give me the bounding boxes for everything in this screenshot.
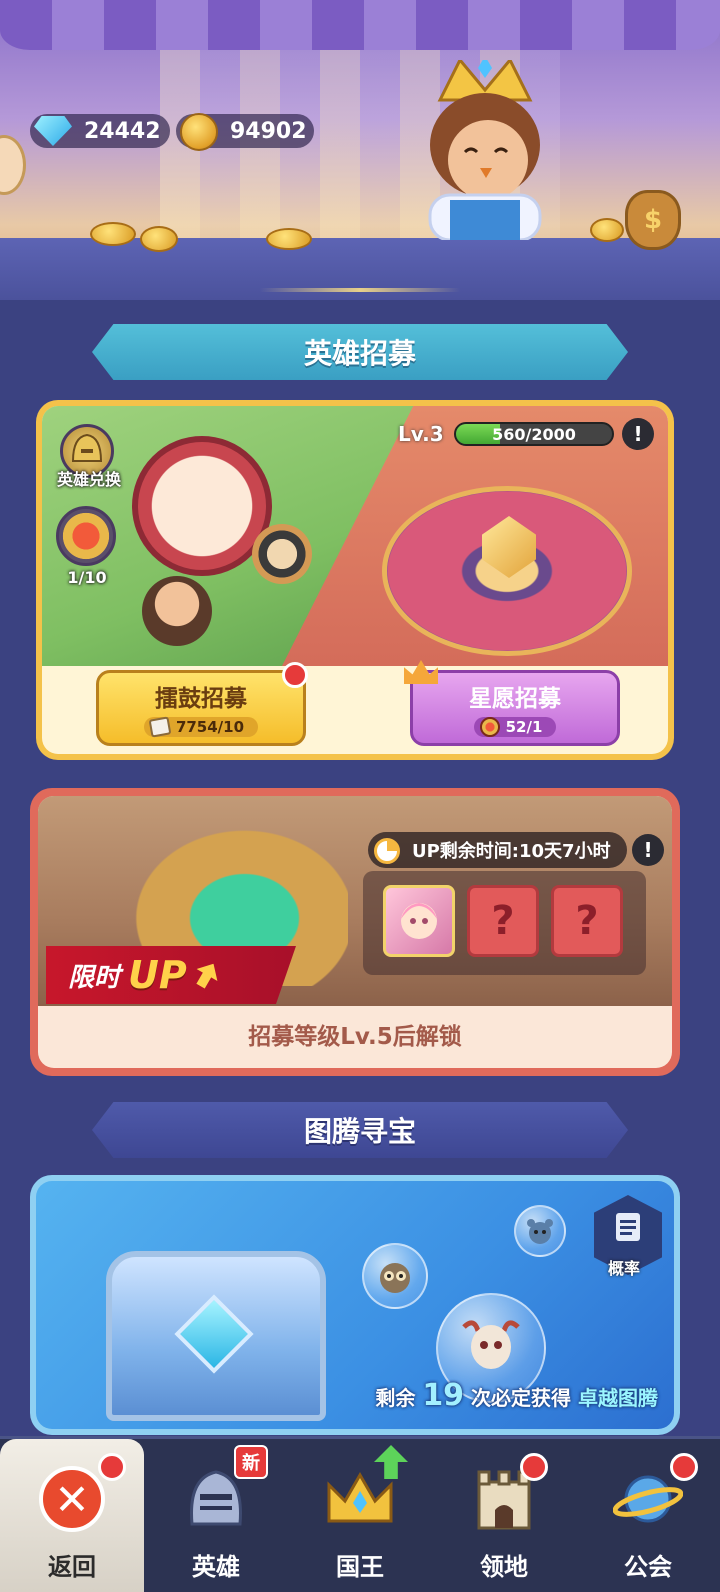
star-token-icon: [479, 717, 500, 737]
divider-ornament: [260, 288, 460, 292]
nav-territory-label: 领地: [480, 1553, 528, 1581]
section-title: 英雄招募: [303, 337, 416, 370]
skull-totem-icon: [462, 1320, 520, 1369]
up-remaining-time-text: UP剩余时间:10天7小时: [412, 841, 611, 862]
recruit-token-button[interactable]: [56, 506, 116, 566]
nav-hero[interactable]: 英雄 新: [144, 1439, 288, 1592]
star-recruit-cost-text: 52/1: [505, 718, 543, 736]
totem-remain-highlight: 卓越图腾: [578, 1386, 658, 1410]
nav-territory[interactable]: 领地: [432, 1439, 576, 1592]
hero-exchange-label: 英雄兑换: [56, 470, 121, 489]
gold-coin-decoration: [266, 228, 312, 250]
crown-icon: [327, 1471, 393, 1523]
section-header-hero-recruit: 英雄招募: [92, 324, 628, 380]
star-recruit-button[interactable]: 星愿招募 52/1: [410, 670, 620, 746]
new-badge: 新: [234, 1445, 268, 1479]
hero-portrait-icon: [401, 903, 437, 939]
totem-remain-mid: 次必定获得: [471, 1386, 572, 1410]
up-remaining-time: UP剩余时间:10天7小时: [368, 832, 627, 868]
drum-recruit-cost-text: 7754/10: [175, 718, 245, 736]
up-hero-slots: ? ?: [363, 871, 646, 975]
limited-up-ribbon: 限时 UP: [46, 946, 296, 1004]
recruit-level: Lv.3: [398, 422, 444, 446]
limited-label: 限时: [68, 962, 121, 993]
character-avatar-edge: [0, 135, 26, 195]
totem-card-inner: 概率 剩余 19 次必定获得 卓越图腾: [36, 1181, 674, 1429]
question-mark-icon: ?: [575, 898, 599, 944]
bottom-navigation: ✕ 返回 英雄 新 国王 领地 公会: [0, 1436, 720, 1592]
gold-coin-icon: [180, 113, 218, 151]
star-recruit-title: 星愿招募: [469, 686, 561, 712]
curtain: [0, 0, 720, 50]
raccoon-character: [252, 524, 312, 584]
star-recruit-cost: 52/1: [473, 717, 557, 737]
totem-treasure-card[interactable]: 概率 剩余 19 次必定获得 卓越图腾: [30, 1175, 680, 1435]
probability-label: 概率: [608, 1259, 641, 1278]
section-header-totem-treasure: 图腾寻宝: [92, 1102, 628, 1158]
recruit-token-count: 1/10: [67, 568, 107, 587]
document-icon: [616, 1213, 640, 1241]
drum-recruit-cost: 7754/10: [143, 716, 259, 738]
section-title: 图腾寻宝: [303, 1115, 416, 1148]
recruit-exp-bar: 560/2000: [454, 422, 614, 446]
gold-count: 94902: [230, 118, 307, 144]
nav-back-notification-dot: [98, 1453, 126, 1481]
close-icon: ✕: [39, 1466, 105, 1532]
hero-recruit-card: 英雄兑换 1/10 Lv.3 560/2000 ! 擂鼓招募 7754/10 星…: [36, 400, 674, 760]
king-character: [428, 60, 542, 240]
up-locked-slot[interactable]: ?: [467, 885, 539, 957]
nav-guild-notification-dot: [670, 1453, 698, 1481]
planet-icon: [613, 1475, 683, 1523]
up-unlock-hint: 招募等级Lv.5后解锁: [248, 1024, 462, 1050]
gold-coin-decoration: [140, 226, 178, 252]
hero-character: [142, 576, 212, 646]
totem-guarantee-text: 剩余 19 次必定获得 卓越图腾: [375, 1378, 658, 1413]
up-label: UP: [128, 953, 187, 997]
nav-guild-label: 公会: [624, 1553, 672, 1581]
limited-up-inner: 限时 UP UP剩余时间:10天7小时 ! ? ? 招募等级Lv.5后解锁: [38, 796, 672, 1068]
limited-up-info-button[interactable]: !: [632, 834, 664, 866]
scroll-ticket-icon: [148, 716, 172, 738]
bear-totem-icon: [527, 1219, 553, 1244]
up-locked-slot[interactable]: ?: [551, 885, 623, 957]
drum-recruit-title: 擂鼓招募: [155, 686, 247, 712]
nav-king-label: 国王: [336, 1553, 384, 1581]
up-arrow-icon: [190, 958, 224, 993]
limited-up-card: 限时 UP UP剩余时间:10天7小时 ! ? ? 招募等级Lv.5后解锁: [30, 788, 680, 1076]
up-hero-slot[interactable]: [383, 885, 455, 957]
money-bag-icon: $: [625, 190, 681, 250]
question-mark-icon: ?: [491, 898, 515, 944]
drum-recruit-notification-dot: [282, 662, 308, 688]
gold-coin-decoration: [590, 218, 624, 242]
gold-coin-decoration: [90, 222, 136, 246]
gem-count: 24442: [84, 118, 161, 144]
clock-icon: [374, 838, 400, 864]
recruit-info-button[interactable]: !: [622, 418, 654, 450]
recruit-card-inner: 英雄兑换 1/10 Lv.3 560/2000 ! 擂鼓招募 7754/10 星…: [42, 406, 668, 754]
nav-territory-notification-dot: [520, 1453, 548, 1481]
top-banner: $: [0, 0, 720, 300]
nav-king[interactable]: 国王: [288, 1439, 432, 1592]
owl-totem-icon: [380, 1263, 410, 1293]
nav-back[interactable]: ✕ 返回: [0, 1439, 144, 1592]
totem-remain-count: 19: [422, 1378, 465, 1413]
drum-illustration: [132, 436, 272, 576]
bear-totem-bubble: [514, 1205, 566, 1257]
nav-hero-label: 英雄: [192, 1553, 240, 1581]
recruit-exp-text: 560/2000: [492, 424, 576, 444]
drum-recruit-button[interactable]: 擂鼓招募 7754/10: [96, 670, 306, 746]
owl-totem-bubble: [362, 1243, 428, 1309]
nav-back-label: 返回: [48, 1553, 96, 1581]
totem-remain-prefix: 剩余: [375, 1386, 416, 1410]
nav-guild[interactable]: 公会: [576, 1439, 720, 1592]
